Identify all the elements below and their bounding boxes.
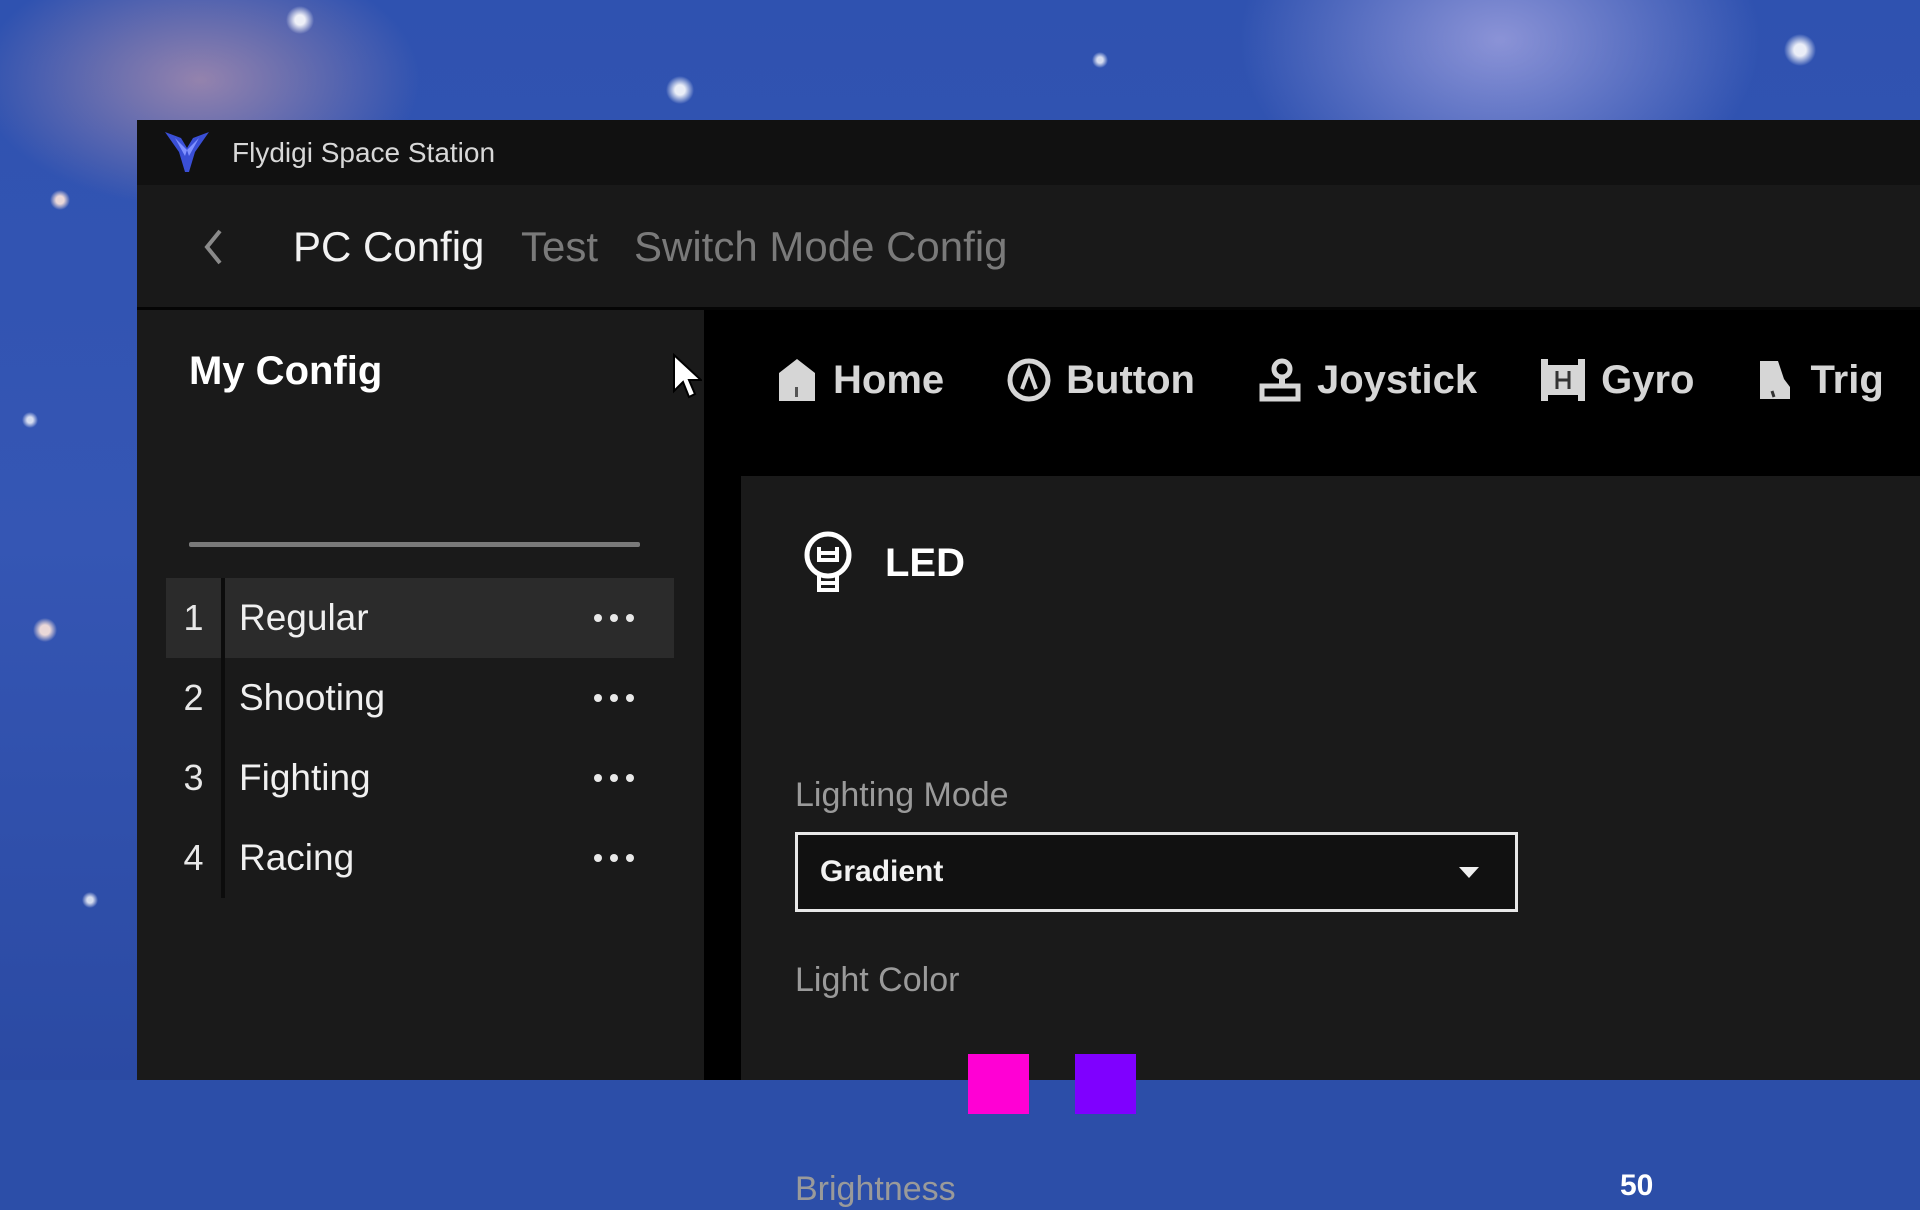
- tab-button[interactable]: Button: [1006, 357, 1195, 403]
- joystick-icon: [1259, 358, 1301, 402]
- tab-label: Trig: [1810, 357, 1884, 402]
- mouse-cursor-icon: [673, 353, 702, 399]
- config-list: 1 Regular 2 Shooting 3 Fighting 4 Racing: [166, 578, 674, 898]
- color-swatch-2[interactable]: [1075, 1054, 1136, 1114]
- tab-gyro[interactable]: Gyro: [1539, 357, 1694, 403]
- gyro-icon: [1541, 359, 1586, 401]
- brightness-value: 50: [1620, 1169, 1654, 1202]
- lightbulb-icon: [804, 531, 852, 592]
- led-settings-panel: LED Lighting Mode Gradient Light Color B…: [741, 476, 1920, 1208]
- lighting-mode-select[interactable]: Gradient: [795, 832, 1518, 912]
- tab-label: Gyro: [1601, 357, 1695, 402]
- tab-label: Button: [1066, 357, 1195, 402]
- back-button[interactable]: [193, 219, 233, 275]
- tab-label: Joystick: [1316, 357, 1478, 402]
- title-bar: Flydigi Space Station: [137, 120, 1920, 185]
- section-tabs: Home Button Joystick Gyro Trig: [775, 350, 1920, 410]
- sidebar-title: My Config: [189, 349, 383, 393]
- config-name: Regular: [239, 597, 369, 638]
- tab-trigger[interactable]: Trig: [1756, 357, 1884, 403]
- row-divider: [221, 818, 225, 898]
- config-index: 1: [183, 597, 204, 638]
- sidebar-title-underline: [189, 542, 640, 547]
- config-name: Racing: [239, 837, 355, 878]
- trigger-icon: [1760, 361, 1791, 399]
- config-index: 4: [183, 837, 204, 878]
- row-divider: [221, 738, 225, 818]
- config-item-fighting[interactable]: 3 Fighting: [166, 738, 674, 818]
- more-horizontal-icon[interactable]: [574, 838, 654, 878]
- home-icon: [779, 359, 815, 401]
- app-window: Flydigi Space Station PC Config Test Swi…: [137, 120, 1920, 1208]
- row-divider: [221, 578, 225, 658]
- app-title: Flydigi Space Station: [232, 137, 496, 168]
- config-sidebar: My Config 1 Regular 2 Shooting 3 Fightin…: [137, 310, 704, 1080]
- config-index: 2: [183, 677, 204, 718]
- nav-pc-config[interactable]: PC Config: [293, 221, 484, 273]
- caret-down-icon: [1459, 867, 1479, 878]
- more-horizontal-icon[interactable]: [574, 758, 654, 798]
- chevron-left-icon: [204, 229, 222, 265]
- lighting-mode-label: Lighting Mode: [795, 776, 1009, 814]
- config-name: Shooting: [239, 677, 386, 718]
- flydigi-logo-icon: [165, 132, 209, 172]
- nav-test[interactable]: Test: [521, 221, 598, 273]
- button-a-icon: [1007, 358, 1051, 402]
- more-horizontal-icon[interactable]: [574, 678, 654, 718]
- led-section-title: LED: [885, 541, 965, 585]
- config-index: 3: [183, 757, 204, 798]
- config-name: Fighting: [239, 757, 371, 798]
- light-color-label: Light Color: [795, 961, 960, 999]
- more-horizontal-icon[interactable]: [574, 598, 654, 638]
- config-item-shooting[interactable]: 2 Shooting: [166, 658, 674, 738]
- config-item-racing[interactable]: 4 Racing: [166, 818, 674, 898]
- top-nav: PC Config Test Switch Mode Config: [137, 185, 1920, 310]
- lighting-mode-value: Gradient: [820, 855, 944, 888]
- brightness-label: Brightness: [795, 1170, 956, 1208]
- row-divider: [221, 658, 225, 738]
- tab-label: Home: [833, 357, 945, 402]
- nav-switch-mode-config[interactable]: Switch Mode Config: [634, 221, 1008, 273]
- tab-joystick[interactable]: Joystick: [1257, 357, 1477, 403]
- config-item-regular[interactable]: 1 Regular: [166, 578, 674, 658]
- color-swatch-1[interactable]: [968, 1054, 1029, 1114]
- tab-home[interactable]: Home: [775, 357, 944, 403]
